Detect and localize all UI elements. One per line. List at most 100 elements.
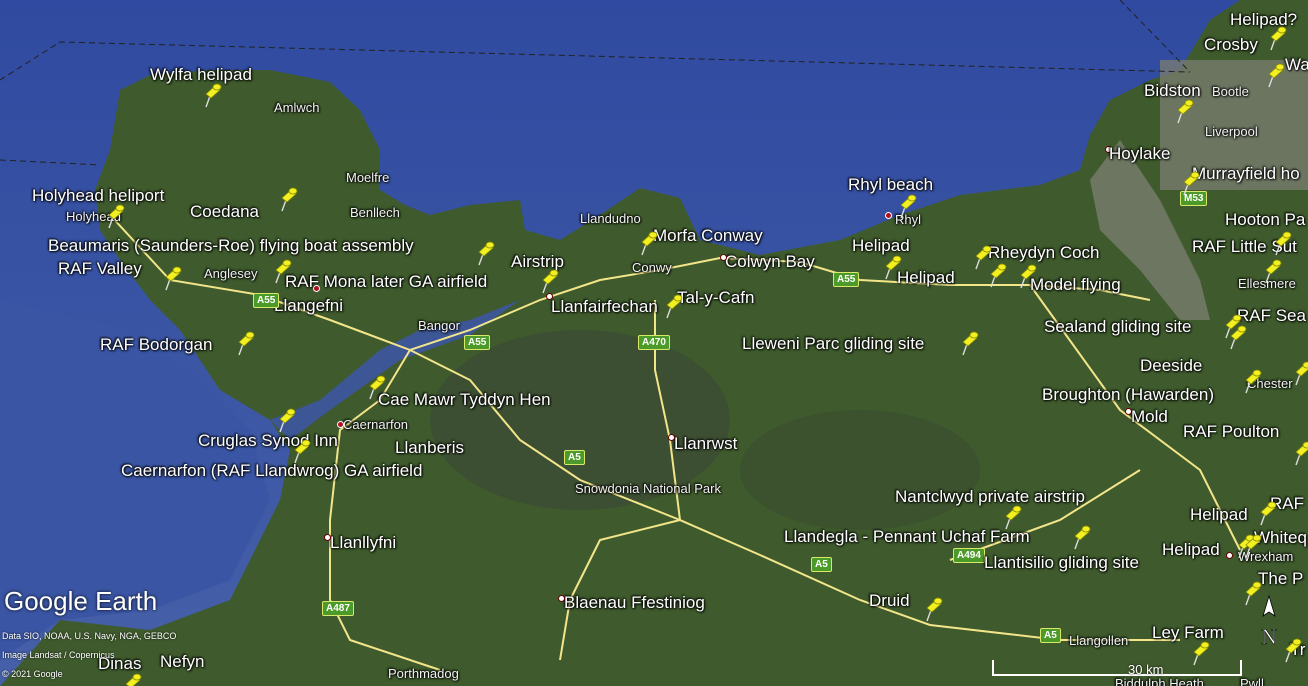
pin-label[interactable]: Rhyl beach <box>848 175 933 195</box>
google-earth-logo: Google Earth <box>4 586 158 616</box>
pin-label[interactable]: RAF Poulton <box>1183 422 1279 442</box>
road-shield: A55 <box>253 293 280 308</box>
pin-label[interactable]: Tal-y-Cafn <box>677 288 754 308</box>
pushpin-icon[interactable] <box>473 240 495 266</box>
pin-label[interactable]: The P <box>1258 569 1303 589</box>
road-shield: A55 <box>833 272 860 287</box>
pin-label[interactable]: Beaumaris (Saunders-Roe) flying boat ass… <box>48 236 414 256</box>
pushpin-icon[interactable] <box>1178 170 1200 196</box>
town-marker <box>720 254 727 261</box>
pushpin-icon[interactable] <box>289 438 311 464</box>
pin-label[interactable]: Murrayfield ho <box>1192 164 1300 184</box>
pushpin-icon[interactable] <box>636 230 658 256</box>
town-marker <box>546 293 553 300</box>
copyright: © 2021 Google <box>2 669 63 679</box>
pushpin-icon[interactable] <box>1000 504 1022 530</box>
pushpin-icon[interactable] <box>1260 258 1282 284</box>
pin-label[interactable]: Caernarfon (RAF Llandwrog) GA airfield <box>121 461 422 481</box>
pushpin-icon[interactable] <box>957 330 979 356</box>
pin-label[interactable]: Holyhead heliport <box>32 186 164 206</box>
town-label: Bootle <box>1212 84 1249 99</box>
pushpin-icon[interactable] <box>895 193 917 219</box>
town-label: Llanberis <box>395 438 464 457</box>
pushpin-icon[interactable] <box>1240 533 1262 559</box>
pin-label[interactable]: Sealand gliding site <box>1044 317 1191 337</box>
pin-label[interactable]: Helipad <box>852 236 910 256</box>
pushpin-icon[interactable] <box>661 293 683 319</box>
pushpin-icon[interactable] <box>1263 62 1285 88</box>
pin-label[interactable]: RAF Mona later GA airfield <box>285 272 487 292</box>
pin-label[interactable]: Helipad <box>1190 505 1248 525</box>
pushpin-icon[interactable] <box>1270 230 1292 256</box>
pushpin-icon[interactable] <box>1015 263 1037 289</box>
pushpin-icon[interactable] <box>276 186 298 212</box>
town-marker <box>885 212 892 219</box>
pushpin-icon[interactable] <box>274 407 296 433</box>
pin-label[interactable]: Broughton (Hawarden) <box>1042 385 1214 405</box>
town-marker <box>337 421 344 428</box>
town-label: Llanrwst <box>674 434 738 453</box>
pushpin-icon[interactable] <box>364 374 386 400</box>
pushpin-icon[interactable] <box>537 268 559 294</box>
town-label: Bangor <box>418 318 460 333</box>
town-label: Conwy <box>632 260 672 275</box>
pin-label[interactable]: Helipad? <box>1230 10 1297 30</box>
pushpin-icon[interactable] <box>270 258 292 284</box>
pushpin-icon[interactable] <box>160 265 182 291</box>
pushpin-icon[interactable] <box>120 672 142 686</box>
pin-label[interactable]: Cae Mawr Tyddyn Hen <box>378 390 551 410</box>
pin-label[interactable]: Crosby <box>1204 35 1258 55</box>
pushpin-icon[interactable] <box>200 82 222 108</box>
image-credit: Image Landsat / Copernicus <box>2 650 115 660</box>
pushpin-icon[interactable] <box>1225 324 1247 350</box>
town-label: Snowdonia National Park <box>575 481 721 496</box>
pin-label[interactable]: Lleweni Parc gliding site <box>742 334 924 354</box>
pin-label[interactable]: Model flying <box>1030 275 1121 295</box>
town-marker <box>1226 552 1233 559</box>
pin-label[interactable]: Morfa Conway <box>653 226 763 246</box>
road-shield: A470 <box>638 335 670 350</box>
town-label: Caernarfon <box>343 417 409 432</box>
pin-label[interactable]: Deeside <box>1140 356 1202 376</box>
town-marker <box>324 534 331 541</box>
pin-label[interactable]: Rheydyn Coch <box>988 243 1100 263</box>
town-label: Blaenau Ffestiniog <box>564 593 705 612</box>
town-label: Porthmadog <box>388 666 459 681</box>
pin-label[interactable]: Hoylake <box>1109 144 1170 164</box>
pushpin-icon[interactable] <box>880 254 902 280</box>
pin-label[interactable]: Nefyn <box>160 652 204 672</box>
town-label: Liverpool <box>1205 124 1258 139</box>
road-shield: A494 <box>953 548 985 563</box>
road-shield: A55 <box>464 335 491 350</box>
pin-label[interactable]: Coedana <box>190 202 259 222</box>
pin-label[interactable]: Llandegla - Pennant Uchaf Farm <box>784 527 1030 547</box>
pushpin-icon[interactable] <box>233 330 255 356</box>
pushpin-icon[interactable] <box>921 596 943 622</box>
pushpin-icon[interactable] <box>1265 25 1287 51</box>
pin-label[interactable]: Helipad <box>897 268 955 288</box>
pin-label[interactable]: RAF Sea <box>1237 306 1306 326</box>
pin-label[interactable]: Llantisilio gliding site <box>984 553 1139 573</box>
town-label: Amlwch <box>274 100 320 115</box>
scale-bar <box>992 660 1242 676</box>
pushpin-icon[interactable] <box>1240 368 1262 394</box>
road-shield: A5 <box>811 557 832 572</box>
pushpin-icon[interactable] <box>1069 524 1091 550</box>
pin-label[interactable]: Nantclwyd private airstrip <box>895 487 1085 507</box>
pushpin-icon[interactable] <box>1290 440 1308 466</box>
pushpin-icon[interactable] <box>1290 360 1308 386</box>
north-arrow-icon[interactable]: N <box>1254 594 1284 656</box>
pushpin-icon[interactable] <box>103 203 125 229</box>
pushpin-icon[interactable] <box>1172 98 1194 124</box>
pin-label[interactable]: Hooton Pa <box>1225 210 1305 230</box>
pin-label[interactable]: Cruglas Synod Inn <box>198 431 338 451</box>
pushpin-icon[interactable] <box>985 262 1007 288</box>
pin-label[interactable]: RAF Valley <box>58 259 142 279</box>
pushpin-icon[interactable] <box>1255 500 1277 526</box>
map-view[interactable]: Amlwch Moelfre Benllech Holyhead Anglese… <box>0 0 1308 686</box>
pin-label[interactable]: RAF Bodorgan <box>100 335 212 355</box>
pin-label[interactable]: Helipad <box>1162 540 1220 560</box>
town-label: Moelfre <box>346 170 390 185</box>
town-label: Llangefni <box>274 296 344 315</box>
pin-label[interactable]: Druid <box>869 591 910 611</box>
